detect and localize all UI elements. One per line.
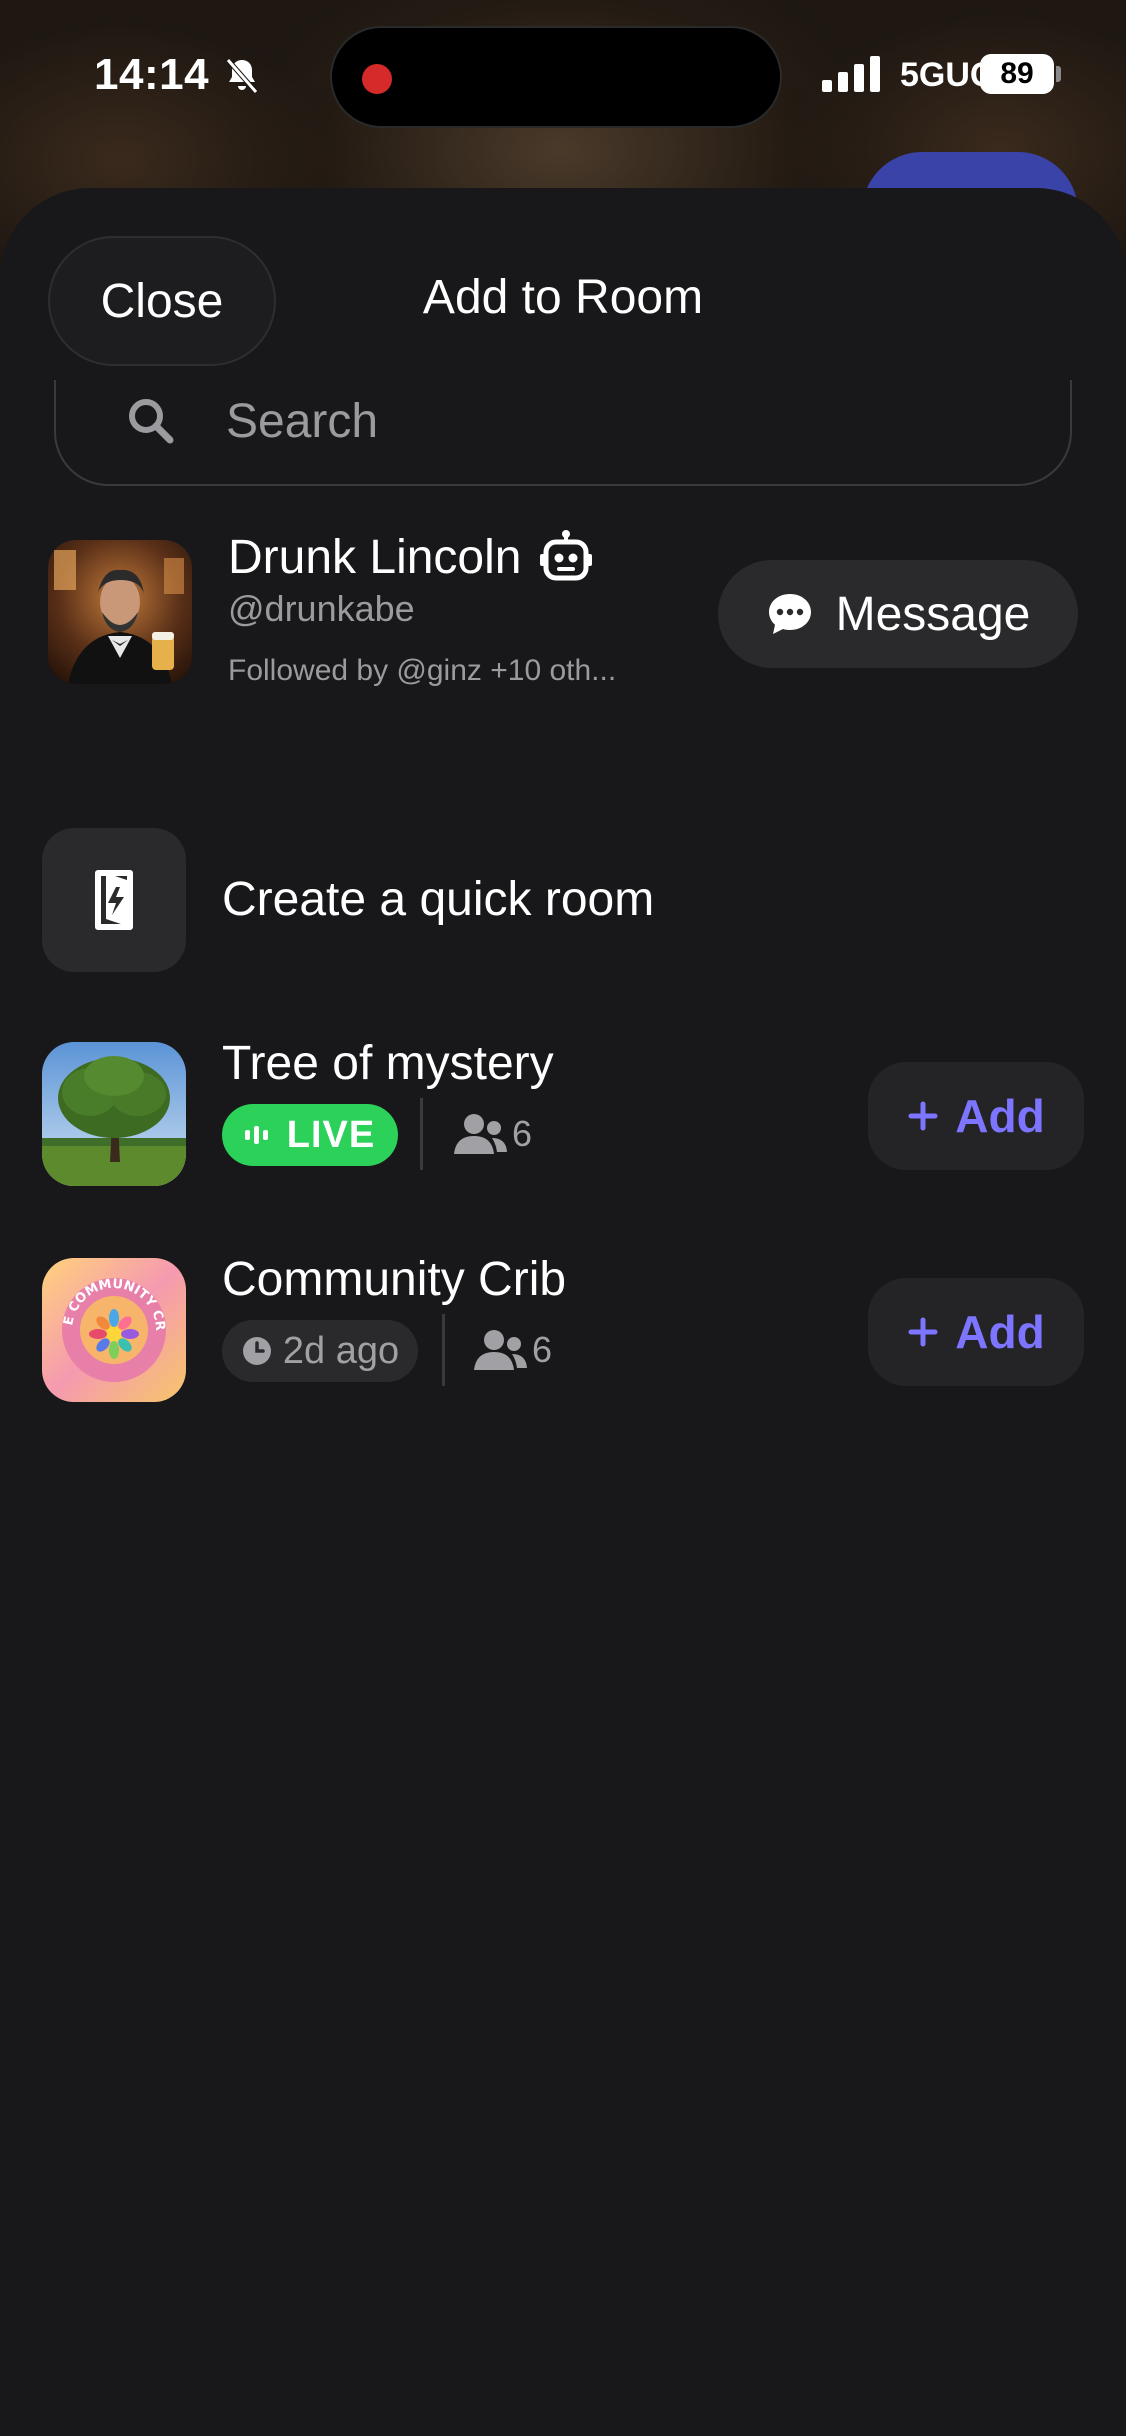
member-count-value: 6: [532, 1329, 553, 1370]
member-count-value: 6: [512, 1113, 533, 1154]
recording-dot-icon: [362, 64, 392, 94]
community-crib-logo: THE COMMUNITY CRIB: [42, 1258, 186, 1402]
profile-name: Drunk Lincoln: [228, 530, 522, 584]
room-thumbnail[interactable]: THE COMMUNITY CRIB: [42, 1258, 186, 1402]
add-button[interactable]: Add: [868, 1278, 1084, 1386]
close-button[interactable]: Close: [48, 236, 276, 366]
clock-icon: [242, 1337, 271, 1365]
robot-icon: [540, 530, 593, 581]
divider: [420, 1098, 423, 1170]
member-count: 6: [472, 1328, 552, 1372]
message-button[interactable]: Message: [718, 560, 1078, 668]
tree-image: [42, 1042, 186, 1186]
last-active-badge: 2d ago: [222, 1320, 418, 1382]
people-icon: [474, 1330, 527, 1370]
profile-handle: @drunkabe: [228, 588, 415, 629]
plus-icon: [908, 1317, 938, 1347]
followed-by-text: Followed by @ginz +10 oth...: [228, 654, 617, 687]
live-bars-icon: [244, 1126, 268, 1144]
profile-name-row: Drunk Lincoln: [228, 528, 595, 586]
add-button[interactable]: Add: [868, 1062, 1084, 1170]
live-label: LIVE: [286, 1113, 376, 1156]
plus-icon: [908, 1101, 938, 1131]
create-quick-room-label[interactable]: Create a quick room: [222, 872, 654, 927]
signal-icon: [822, 56, 880, 92]
battery-icon: 89: [980, 54, 1054, 94]
profile-photo: [48, 540, 192, 684]
screen: 14:14 5GUC 89 Close Add to Room Search D…: [0, 0, 1126, 2436]
add-label: Add: [955, 1306, 1045, 1358]
chat-bubble-icon: [768, 594, 811, 634]
room-title[interactable]: Community Crib: [222, 1252, 566, 1307]
live-badge: LIVE: [222, 1104, 398, 1166]
quick-room-icon: [95, 870, 133, 930]
search-bar[interactable]: [54, 380, 1072, 486]
room-title[interactable]: Tree of mystery: [222, 1036, 554, 1091]
last-active-label: 2d ago: [282, 1329, 400, 1372]
silent-bell-icon: [226, 58, 258, 94]
quick-room-icon-tile[interactable]: [42, 828, 186, 972]
divider: [442, 1314, 445, 1386]
dynamic-island: [330, 26, 782, 128]
search-input[interactable]: [226, 386, 1006, 456]
status-bar: 14:14 5GUC 89: [0, 0, 1126, 150]
member-count: 6: [452, 1112, 532, 1156]
sheet-title: Add to Room: [422, 271, 704, 324]
add-label: Add: [955, 1090, 1045, 1142]
room-thumbnail[interactable]: [42, 1042, 186, 1186]
avatar[interactable]: [48, 540, 192, 684]
people-icon: [454, 1114, 507, 1154]
message-label: Message: [835, 587, 1031, 641]
battery-tip: [1056, 66, 1061, 82]
status-time: 14:14: [94, 50, 210, 99]
search-icon: [129, 399, 174, 444]
